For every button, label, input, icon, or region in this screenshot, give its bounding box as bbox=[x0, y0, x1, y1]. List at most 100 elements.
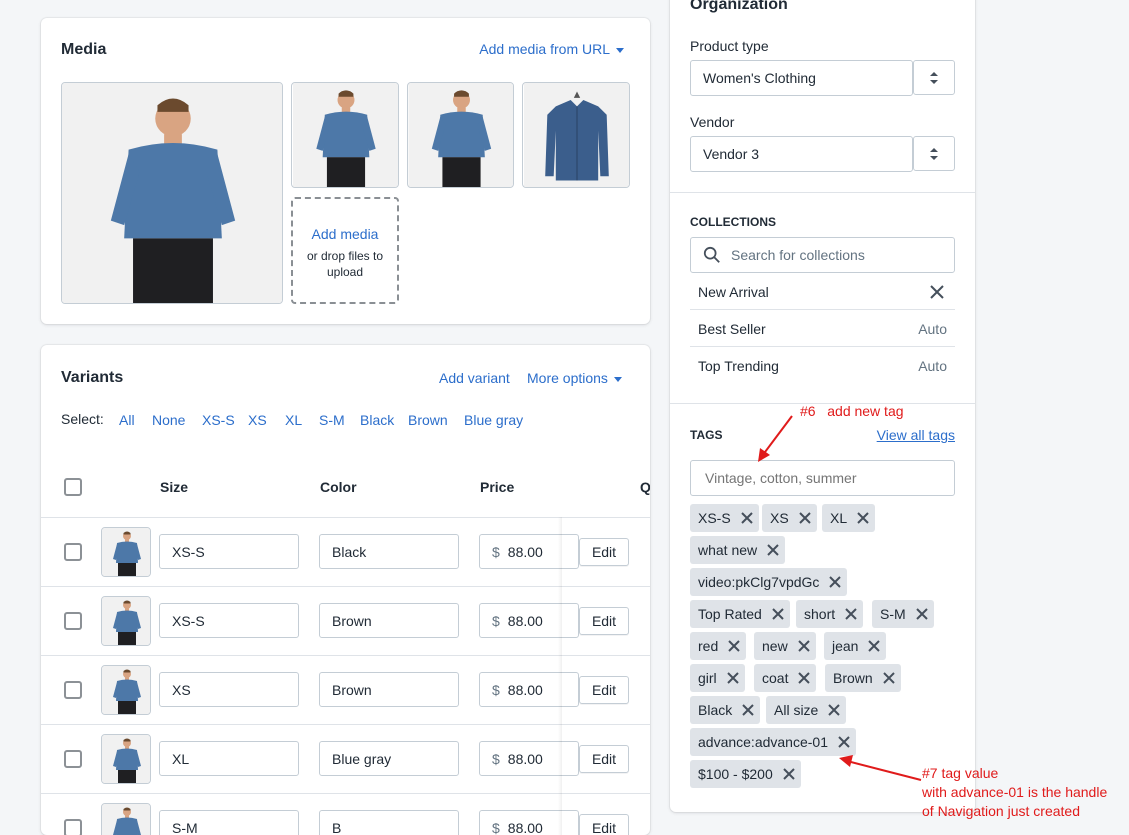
size-field[interactable]: XS-S bbox=[159, 534, 299, 569]
size-field[interactable]: XL bbox=[159, 741, 299, 776]
tag-label: Black bbox=[698, 702, 732, 718]
remove-tag-icon[interactable] bbox=[862, 632, 886, 660]
remove-tag-icon[interactable] bbox=[910, 600, 934, 628]
add-variant-link[interactable]: Add variant bbox=[439, 370, 510, 386]
variant-image[interactable] bbox=[101, 596, 151, 646]
price-value: 88.00 bbox=[508, 544, 543, 560]
remove-tag-icon[interactable] bbox=[777, 760, 801, 788]
row-checkbox[interactable] bbox=[64, 543, 82, 561]
add-media-link[interactable]: Add media bbox=[293, 226, 397, 242]
color-field[interactable]: Brown bbox=[319, 603, 459, 638]
view-all-tags-link[interactable]: View all tags bbox=[877, 427, 955, 443]
row-checkbox[interactable] bbox=[64, 750, 82, 768]
color-field[interactable]: B bbox=[319, 810, 459, 835]
row-checkbox[interactable] bbox=[64, 612, 82, 630]
price-field[interactable]: $88.00 bbox=[479, 672, 579, 707]
media-dropzone[interactable]: Add media or drop files to upload bbox=[291, 197, 399, 304]
tag-chip: Top Rated bbox=[690, 600, 790, 628]
select-s-m[interactable]: S-M bbox=[319, 412, 345, 428]
tag-chip: girl bbox=[690, 664, 745, 692]
variant-image[interactable] bbox=[101, 527, 151, 577]
annotation-line: with advance-01 is the handle bbox=[922, 783, 1107, 802]
select-xl[interactable]: XL bbox=[285, 412, 302, 428]
collection-status: Auto bbox=[918, 321, 947, 337]
remove-tag-icon[interactable] bbox=[722, 632, 746, 660]
remove-tag-icon[interactable] bbox=[721, 664, 745, 692]
add-media-from-url-link[interactable]: Add media from URL bbox=[479, 41, 624, 57]
sort-arrows-icon bbox=[929, 71, 939, 85]
remove-tag-icon[interactable] bbox=[823, 568, 847, 596]
tag-label: coat bbox=[762, 670, 788, 686]
select-all-checkbox[interactable] bbox=[64, 478, 82, 496]
remove-tag-icon[interactable] bbox=[792, 632, 816, 660]
tags-title: TAGS bbox=[690, 428, 722, 442]
remove-tag-icon[interactable] bbox=[735, 504, 759, 532]
tag-label: Top Rated bbox=[698, 606, 762, 622]
collections-search-input[interactable]: Search for collections bbox=[690, 237, 955, 273]
media-title: Media bbox=[61, 41, 106, 59]
price-field[interactable]: $88.00 bbox=[479, 534, 579, 569]
select-none[interactable]: None bbox=[152, 412, 185, 428]
price-field[interactable]: $88.00 bbox=[479, 741, 579, 776]
product-type-label: Product type bbox=[690, 38, 769, 54]
select-blue-gray[interactable]: Blue gray bbox=[464, 412, 523, 428]
variant-image[interactable] bbox=[101, 665, 151, 715]
select-all[interactable]: All bbox=[119, 412, 135, 428]
color-field[interactable]: Brown bbox=[319, 672, 459, 707]
remove-tag-icon[interactable] bbox=[851, 504, 875, 532]
edit-button[interactable]: Edit bbox=[579, 607, 629, 635]
edit-button[interactable]: Edit bbox=[579, 538, 629, 566]
currency-symbol: $ bbox=[492, 613, 500, 629]
row-checkbox[interactable] bbox=[64, 819, 82, 835]
remove-tag-icon[interactable] bbox=[736, 696, 760, 724]
tag-label: XS bbox=[770, 510, 789, 526]
tags-input-field[interactable] bbox=[703, 469, 942, 487]
product-type-select-button[interactable] bbox=[913, 60, 955, 95]
size-field[interactable]: XS bbox=[159, 672, 299, 707]
remove-tag-icon[interactable] bbox=[877, 664, 901, 692]
collections-title: COLLECTIONS bbox=[690, 215, 776, 229]
organization-title: Organization bbox=[690, 0, 788, 14]
media-thumbnail-1[interactable] bbox=[291, 82, 399, 188]
size-field[interactable]: XS-S bbox=[159, 603, 299, 638]
media-thumbnail-3[interactable] bbox=[522, 82, 630, 188]
close-icon[interactable] bbox=[930, 285, 944, 299]
caret-down-icon bbox=[614, 377, 622, 382]
tag-chip: S-M bbox=[872, 600, 934, 628]
price-value: 88.00 bbox=[508, 682, 543, 698]
select-xs[interactable]: XS bbox=[248, 412, 267, 428]
price-field[interactable]: $88.00 bbox=[479, 603, 579, 638]
vendor-select-button[interactable] bbox=[913, 136, 955, 171]
select-xs-s[interactable]: XS-S bbox=[202, 412, 235, 428]
color-field[interactable]: Blue gray bbox=[319, 741, 459, 776]
color-field[interactable]: Black bbox=[319, 534, 459, 569]
price-field[interactable]: $88.00 bbox=[479, 810, 579, 835]
tag-label: S-M bbox=[880, 606, 906, 622]
list-item: Top Trending Auto bbox=[690, 347, 955, 384]
select-brown[interactable]: Brown bbox=[408, 412, 448, 428]
tags-input[interactable] bbox=[690, 460, 955, 496]
edit-button[interactable]: Edit bbox=[579, 676, 629, 704]
remove-tag-icon[interactable] bbox=[761, 536, 785, 564]
vendor-input[interactable]: Vendor 3 bbox=[690, 136, 913, 172]
row-checkbox[interactable] bbox=[64, 681, 82, 699]
product-type-input[interactable]: Women's Clothing bbox=[690, 60, 913, 96]
size-field[interactable]: S-M bbox=[159, 810, 299, 835]
remove-tag-icon[interactable] bbox=[822, 696, 846, 724]
more-options-link[interactable]: More options bbox=[527, 370, 622, 386]
edit-button[interactable]: Edit bbox=[579, 745, 629, 773]
collections-search-placeholder: Search for collections bbox=[731, 247, 865, 263]
collection-status: Auto bbox=[918, 358, 947, 374]
variant-image[interactable] bbox=[101, 734, 151, 784]
sort-arrows-icon bbox=[929, 147, 939, 161]
remove-tag-icon[interactable] bbox=[766, 600, 790, 628]
edit-button[interactable]: Edit bbox=[579, 814, 629, 835]
select-black[interactable]: Black bbox=[360, 412, 394, 428]
media-main-image[interactable] bbox=[61, 82, 283, 304]
remove-tag-icon[interactable] bbox=[792, 664, 816, 692]
remove-tag-icon[interactable] bbox=[793, 504, 817, 532]
variant-image[interactable] bbox=[101, 803, 151, 835]
price-value: 88.00 bbox=[508, 613, 543, 629]
remove-tag-icon[interactable] bbox=[839, 600, 863, 628]
media-thumbnail-2[interactable] bbox=[407, 82, 514, 188]
